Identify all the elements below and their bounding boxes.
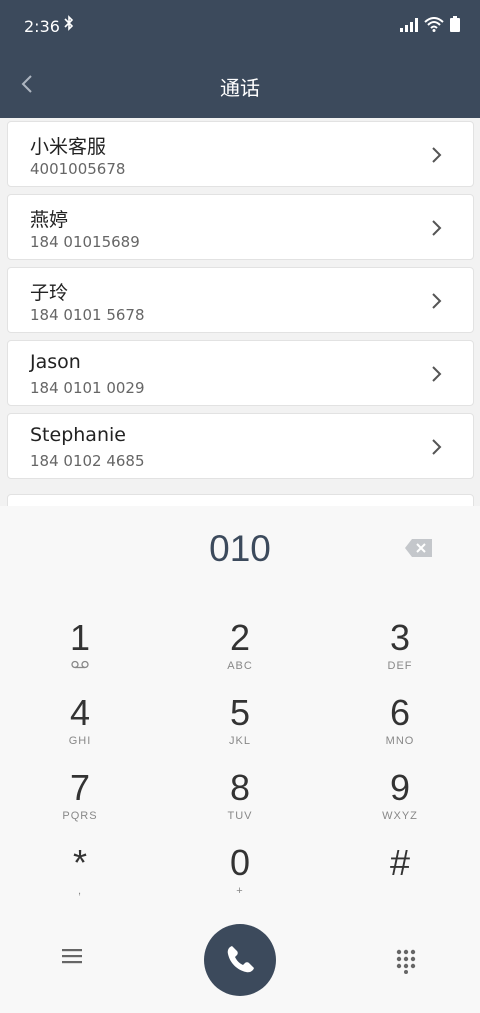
dial-digit: 3: [389, 617, 411, 658]
contact-card[interactable]: 燕丽: [7, 494, 474, 506]
dial-digit: #: [389, 842, 411, 883]
dial-key-0[interactable]: 0 +: [180, 843, 300, 913]
contact-card[interactable]: Jason 184 0101 0029: [7, 340, 474, 406]
dial-letters: ABC: [227, 660, 253, 672]
contact-name: 子玲: [30, 282, 69, 304]
contact-card[interactable]: 燕婷 184 01015689: [7, 194, 474, 260]
dial-digit: 0: [229, 842, 251, 883]
menu-icon[interactable]: [60, 946, 86, 968]
chevron-right-icon: [432, 439, 442, 455]
dial-letters: TUV: [227, 810, 253, 822]
dial-key-6[interactable]: 6 MNO: [340, 693, 460, 763]
dial-key-7[interactable]: 7 PQRS: [20, 768, 140, 838]
dial-digit: *: [72, 842, 87, 883]
status-bar: 2:36: [0, 0, 480, 52]
dial-digit: 1: [69, 617, 91, 658]
dial-digit: 9: [389, 767, 411, 808]
dial-key-9[interactable]: 9 WXYZ: [340, 768, 460, 838]
dial-key-5[interactable]: 5 JKL: [180, 693, 300, 763]
dial-letters: +: [236, 885, 244, 897]
dial-letters: PQRS: [62, 810, 98, 822]
voicemail-icon: [20, 660, 140, 672]
dial-key-4[interactable]: 4 GHI: [20, 693, 140, 763]
dial-letters: GHI: [68, 735, 92, 747]
dial-key-2[interactable]: 2 ABC: [180, 618, 300, 688]
dialer-pad: 010 1 2 ABC 3 DEF 4 GHI 5 JKL 6 MNO 7 PQ…: [0, 506, 480, 1013]
call-button[interactable]: [204, 924, 276, 996]
signal-icon: [400, 17, 418, 36]
contact-number: 184 01015689: [30, 233, 140, 251]
dial-digit: 5: [229, 692, 251, 733]
contact-name: 燕婷: [30, 209, 69, 231]
dial-key-8[interactable]: 8 TUV: [180, 768, 300, 838]
contact-name: Stephanie: [30, 424, 126, 446]
page-title: 通话: [220, 76, 260, 100]
contact-list[interactable]: 小米客服 4001005678 燕婷 184 01015689 子玲 184 0…: [0, 118, 480, 506]
dial-key-hash[interactable]: #: [340, 843, 460, 913]
contact-name: 小米客服: [30, 136, 107, 158]
dial-key-1[interactable]: 1: [20, 618, 140, 688]
battery-icon: [450, 16, 460, 36]
contact-number: 4001005678: [30, 160, 126, 178]
dial-key-3[interactable]: 3 DEF: [340, 618, 460, 688]
dial-letters: MNO: [385, 735, 415, 747]
dial-digit: 2: [229, 617, 251, 658]
phone-icon: [227, 946, 254, 973]
contact-card[interactable]: Stephanie 184 0102 4685: [7, 413, 474, 479]
wifi-icon: [424, 17, 444, 36]
backspace-icon[interactable]: [404, 538, 434, 558]
contact-number: 184 0101 0029: [30, 379, 145, 397]
dial-letters: JKL: [229, 735, 251, 747]
chevron-right-icon: [432, 366, 442, 382]
dial-letters: ,: [77, 885, 83, 897]
dial-digit: 7: [69, 767, 91, 808]
dial-letters: DEF: [387, 660, 413, 672]
contact-card[interactable]: 子玲 184 0101 5678: [7, 267, 474, 333]
chevron-right-icon: [432, 220, 442, 236]
app-bar: 通话: [0, 52, 480, 118]
dial-digit: 6: [389, 692, 411, 733]
contact-name: Jason: [30, 351, 81, 373]
dial-digit: 8: [229, 767, 251, 808]
dial-letters: WXYZ: [382, 810, 418, 822]
dial-key-star[interactable]: * ,: [20, 843, 140, 913]
contact-card[interactable]: 小米客服 4001005678: [7, 121, 474, 187]
status-time: 2:36: [24, 17, 60, 36]
bluetooth-icon: [64, 15, 74, 35]
chevron-right-icon: [432, 293, 442, 309]
chevron-right-icon: [432, 147, 442, 163]
dialpad-icon[interactable]: [395, 948, 417, 974]
contact-number: 184 0101 5678: [30, 306, 145, 324]
contact-number: 184 0102 4685: [30, 452, 145, 470]
dial-digit: 4: [69, 692, 91, 733]
